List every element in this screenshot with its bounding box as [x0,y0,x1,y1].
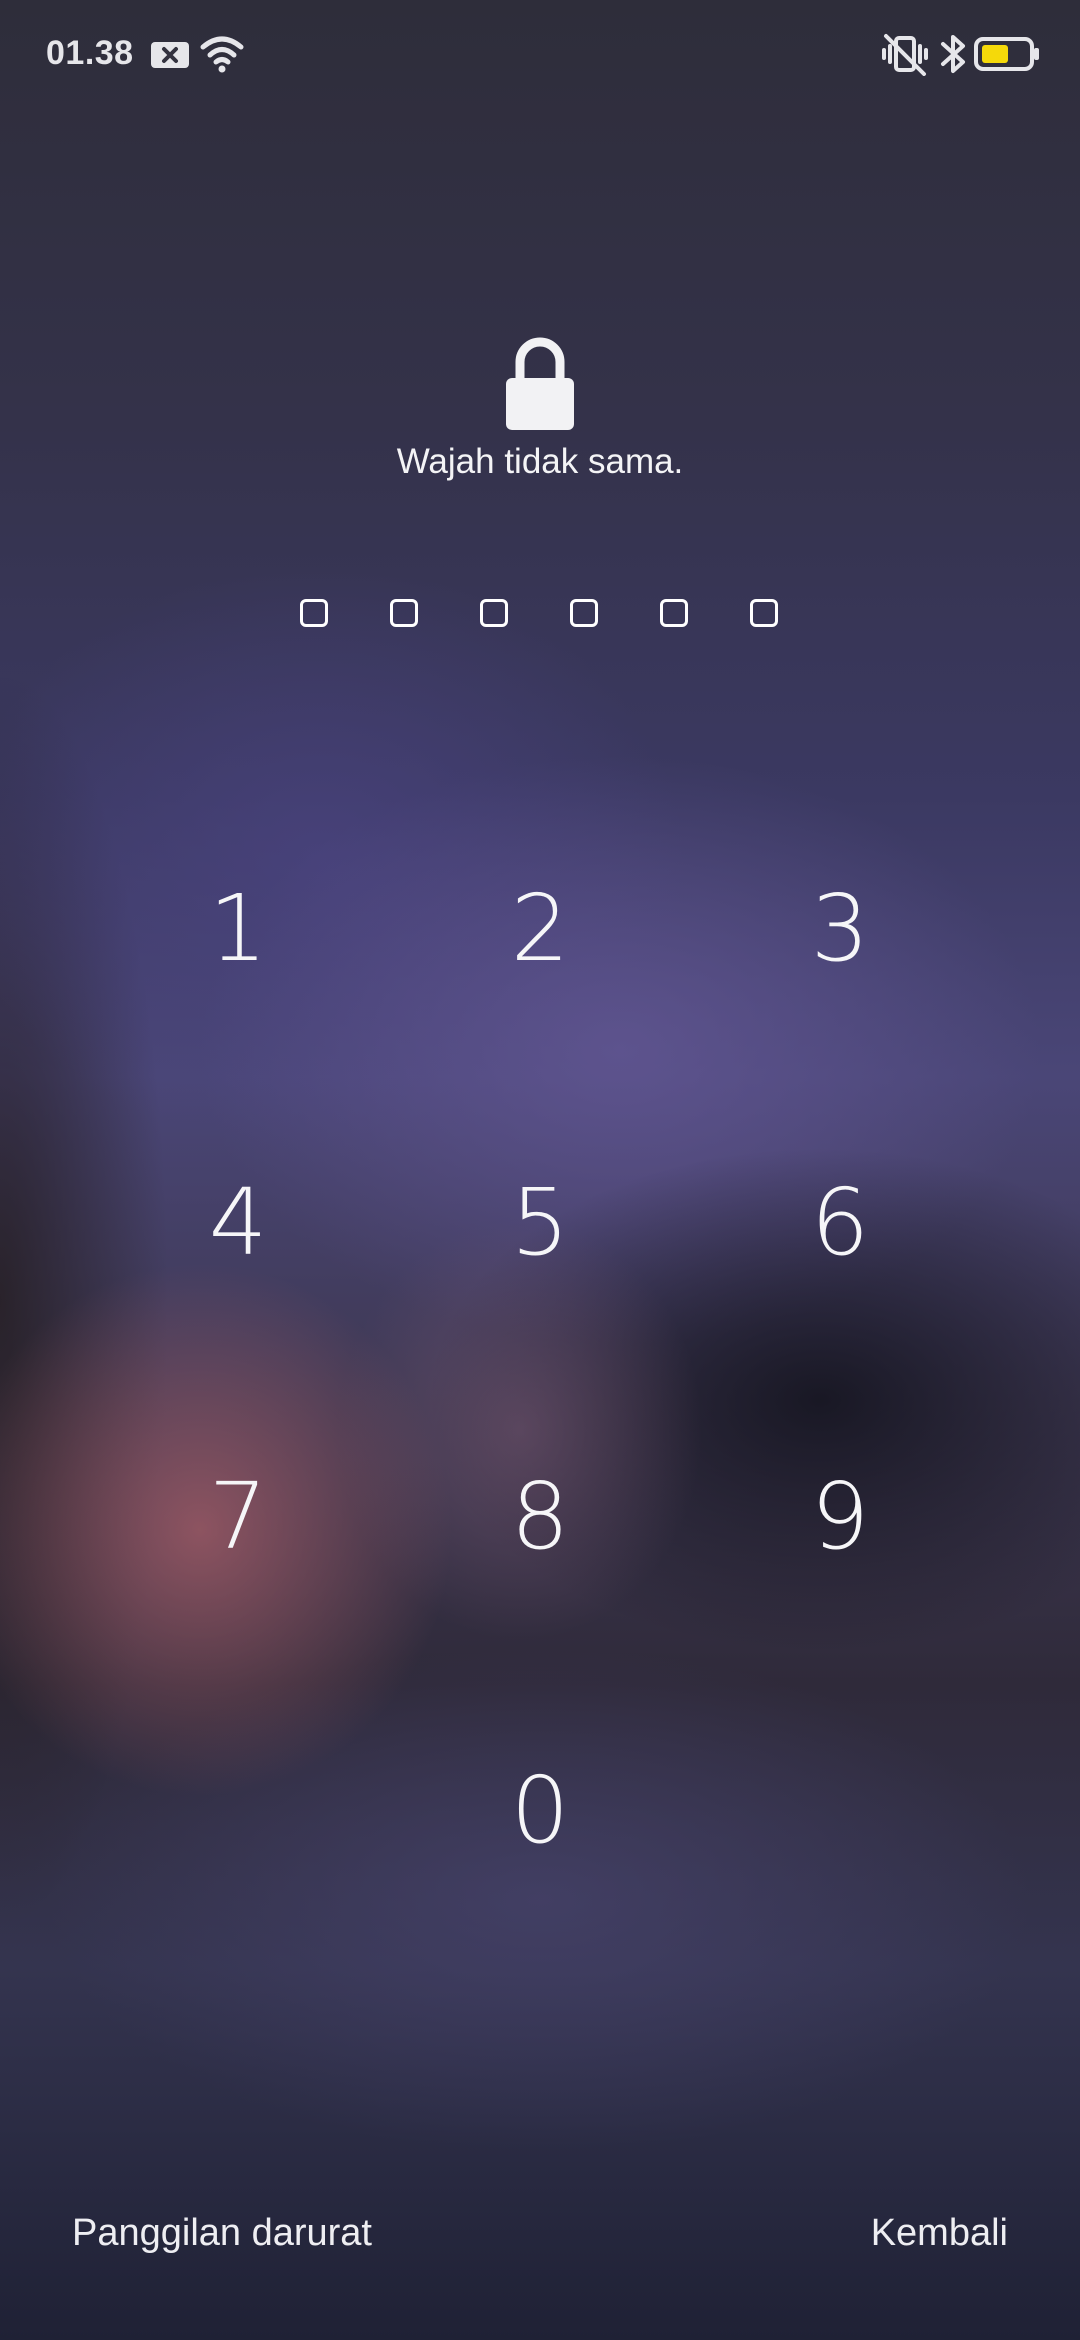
pin-keypad: 1 2 3 4 5 6 7 8 9 0 [0,0,1080,2340]
key-4[interactable]: 4 [128,1122,348,1322]
key-2[interactable]: 2 [430,828,650,1028]
emergency-call-button[interactable]: Panggilan darurat [72,2212,372,2255]
key-8[interactable]: 8 [430,1416,650,1616]
key-0[interactable]: 0 [430,1710,650,1910]
key-9[interactable]: 9 [730,1416,950,1616]
key-6[interactable]: 6 [730,1122,950,1322]
back-button[interactable]: Kembali [871,2212,1008,2255]
key-3[interactable]: 3 [730,828,950,1028]
key-1[interactable]: 1 [128,828,348,1028]
key-5[interactable]: 5 [430,1122,650,1322]
key-7[interactable]: 7 [128,1416,348,1616]
